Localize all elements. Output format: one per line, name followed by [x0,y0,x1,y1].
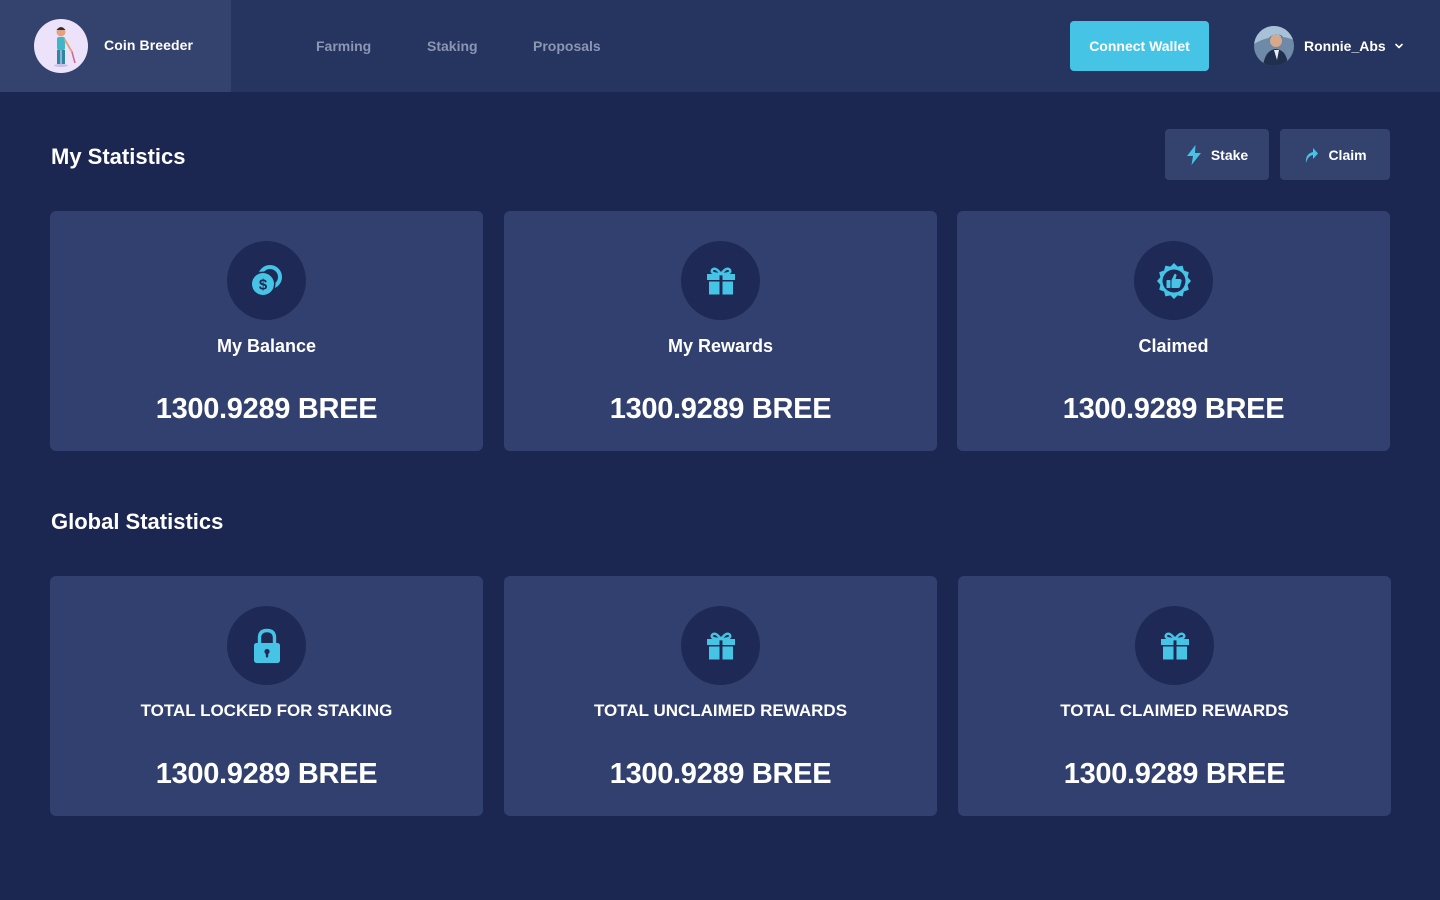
card-label: My Balance [216,336,317,356]
chevron-down-icon [1394,43,1403,49]
my-statistics-title: My Statistics [51,144,186,169]
card-label: Claimed [1138,336,1209,356]
card-label: My Rewards [667,336,774,356]
nav-staking[interactable]: Staking [427,38,478,54]
stat-card-my-balance: $ My Balance 1300.9289 BREE [50,211,483,451]
card-value: 1300.9289 BREE [1063,758,1286,790]
card-label: TOTAL CLAIMED REWARDS [1060,701,1289,720]
card-label: TOTAL UNCLAIMED REWARDS [593,701,848,720]
card-value: 1300.9289 BREE [609,758,832,790]
gift-icon [681,606,760,685]
username: Ronnie_Abs [1304,38,1386,54]
nav-farming[interactable]: Farming [316,38,371,54]
thumbs-up-badge-icon [1134,241,1213,320]
user-avatar [1254,26,1294,66]
card-value: 1300.9289 BREE [609,393,832,425]
user-menu[interactable]: Ronnie_Abs [1254,26,1404,66]
global-statistics-title: Global Statistics [51,509,224,534]
stat-card-total-unclaimed: TOTAL UNCLAIMED REWARDS 1300.9289 BREE [504,576,937,816]
stake-button-label: Stake [1210,146,1249,163]
card-value: 1300.9289 BREE [155,393,378,425]
connect-wallet-button[interactable]: Connect Wallet [1070,21,1209,71]
card-value: 1300.9289 BREE [1062,393,1285,425]
brand[interactable]: Coin Breeder [0,0,231,92]
card-label: TOTAL LOCKED FOR STAKING [140,701,393,720]
claim-button[interactable]: Claim [1280,129,1390,180]
gift-icon [1135,606,1214,685]
share-arrow-icon [1306,147,1319,163]
brand-name: Coin Breeder [104,37,194,53]
stake-button[interactable]: Stake [1165,129,1269,180]
stat-card-my-rewards: My Rewards 1300.9289 BREE [504,211,937,451]
svg-text:$: $ [258,276,267,293]
stat-card-claimed: Claimed 1300.9289 BREE [957,211,1390,451]
card-value: 1300.9289 BREE [155,758,378,790]
top-navbar: Coin Breeder Farming Staking Proposals C… [0,0,1440,92]
nav-proposals[interactable]: Proposals [533,38,601,54]
lock-icon [227,606,306,685]
brand-logo [34,19,88,73]
gift-icon [681,241,760,320]
coins-icon: $ [227,241,306,320]
claim-button-label: Claim [1328,146,1367,163]
stat-card-total-locked: TOTAL LOCKED FOR STAKING 1300.9289 BREE [50,576,483,816]
stat-card-total-claimed: TOTAL CLAIMED REWARDS 1300.9289 BREE [958,576,1391,816]
bolt-icon [1186,144,1201,165]
